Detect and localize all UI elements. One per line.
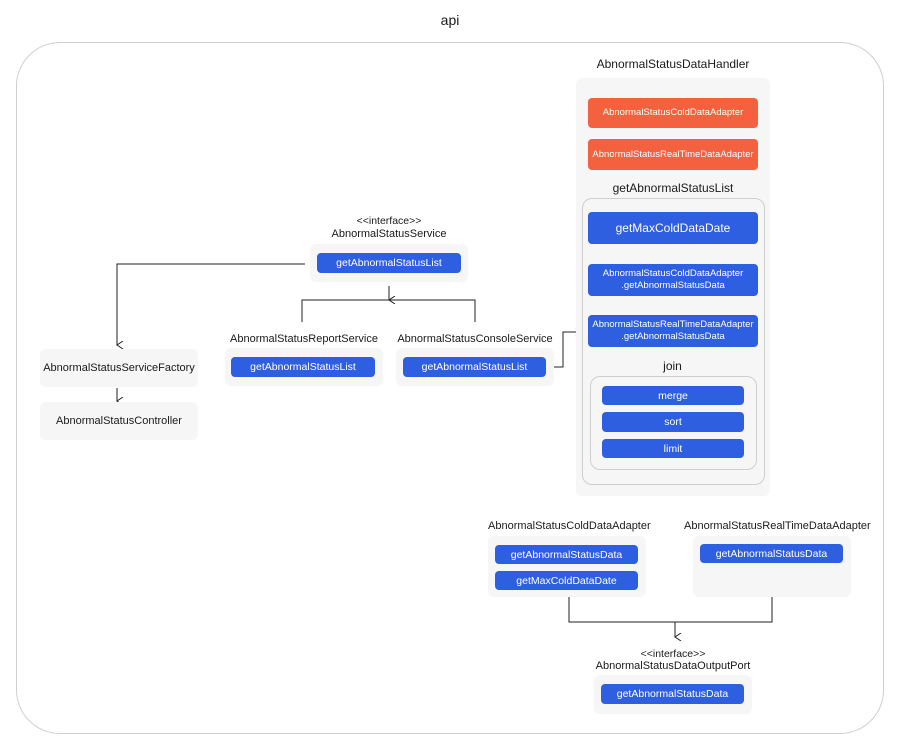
service-method-button[interactable]: getAbnormalStatusList xyxy=(317,253,461,273)
sort-button[interactable]: sort xyxy=(602,412,744,432)
handler-cold-adapter[interactable]: AbnormalStatusColdDataAdapter xyxy=(588,98,758,128)
console-method-button[interactable]: getAbnormalStatusList xyxy=(403,357,546,377)
cold-max-date-button[interactable]: getMaxColdDataDate xyxy=(495,571,638,590)
port-title: AbnormalStatusDataOutputPort xyxy=(595,660,751,672)
cold-adapter-call-button[interactable]: AbnormalStatusColdDataAdapter .getAbnorm… xyxy=(588,264,758,296)
max-cold-date-button[interactable]: getMaxColdDataDate xyxy=(588,212,758,244)
edge-adapters-port xyxy=(568,597,773,623)
report-title: AbnormalStatusReportService xyxy=(230,333,378,345)
rt-adapter-title: AbnormalStatusRealTimeDataAdapter xyxy=(684,520,871,532)
cold-adapter-title: AbnormalStatusColdDataAdapter xyxy=(488,520,651,532)
rt-get-data-button[interactable]: getAbnormalStatusData xyxy=(700,544,843,563)
realtime-adapter-call-button[interactable]: AbnormalStatusRealTimeDataAdapter .getAb… xyxy=(588,315,758,347)
rt-call-line2: .getAbnormalStatusData xyxy=(621,331,725,342)
rt-call-line1: AbnormalStatusRealTimeDataAdapter xyxy=(592,319,754,330)
port-method-button[interactable]: getAbnormalStatusData xyxy=(601,684,744,704)
cold-call-line1: AbnormalStatusColdDataAdapter xyxy=(602,268,744,279)
edge-impl-interface xyxy=(301,299,476,322)
handler-title: AbnormalStatusDataHandler xyxy=(596,57,750,71)
handler-realtime-adapter[interactable]: AbnormalStatusRealTimeDataAdapter xyxy=(588,139,758,170)
service-title: AbnormalStatusService xyxy=(331,228,447,240)
console-title: AbnormalStatusConsoleService xyxy=(397,333,553,345)
limit-button[interactable]: limit xyxy=(602,439,744,458)
report-method-button[interactable]: getAbnormalStatusList xyxy=(231,357,375,377)
controller-title: AbnormalStatusController xyxy=(56,415,182,427)
cold-call-line2: .getAbnormalStatusData xyxy=(621,280,725,291)
cold-get-data-button[interactable]: getAbnormalStatusData xyxy=(495,545,638,564)
handler-list-title: getAbnormalStatusList xyxy=(612,181,734,195)
factory-title: AbnormalStatusServiceFactory xyxy=(43,362,195,374)
service-stereotype: <<interface>> xyxy=(356,215,422,227)
join-title: join xyxy=(663,359,682,373)
merge-button[interactable]: merge xyxy=(602,386,744,405)
